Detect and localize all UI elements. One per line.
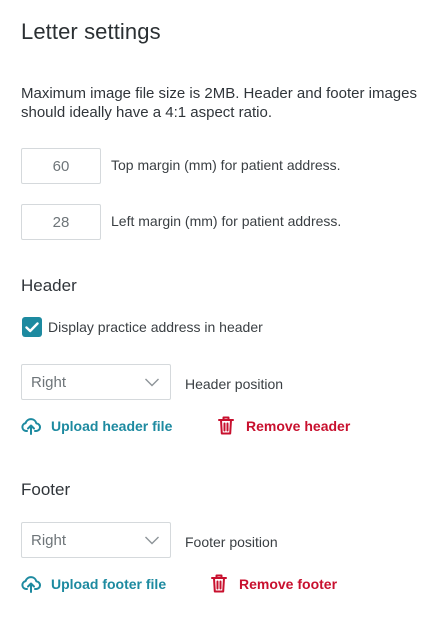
remove-footer-button[interactable]: Remove footer [211, 574, 337, 593]
chevron-down-icon [145, 378, 159, 387]
remove-footer-label: Remove footer [239, 575, 338, 592]
trash-icon [211, 574, 227, 593]
display-address-checkbox[interactable] [22, 317, 42, 337]
footer-position-value: Right [31, 531, 67, 549]
header-position-label: Header position [185, 376, 284, 392]
page-title: Letter settings [21, 19, 161, 44]
upload-header-label: Upload header file [51, 418, 173, 434]
upload-header-button[interactable]: Upload header file [21, 417, 172, 435]
header-section-heading: Header [21, 276, 77, 295]
left-margin-label: Left margin (mm) for patient address. [111, 213, 342, 229]
left-margin-input[interactable] [21, 204, 101, 240]
header-position-select[interactable]: Right [21, 364, 171, 400]
footer-section-heading: Footer [21, 480, 71, 499]
footer-position-label: Footer position [185, 534, 278, 550]
info-text: Maximum image file size is 2MB. Header a… [21, 84, 444, 122]
info-text-line-1: Maximum image file size is 2MB. Header a… [21, 85, 417, 102]
header-position-value: Right [31, 373, 67, 391]
top-margin-input[interactable] [21, 148, 101, 184]
checkmark-icon [25, 321, 39, 332]
top-margin-label: Top margin (mm) for patient address. [111, 157, 341, 173]
footer-position-select[interactable]: Right [21, 522, 171, 558]
cloud-upload-icon [21, 576, 41, 593]
upload-footer-label: Upload footer file [51, 576, 167, 592]
upload-footer-button[interactable]: Upload footer file [21, 575, 166, 593]
trash-icon [218, 416, 234, 435]
display-address-label: Display practice address in header [48, 319, 263, 335]
remove-header-label: Remove header [246, 417, 351, 434]
info-text-line-2: should ideally have a 4:1 aspect ratio. [21, 104, 272, 121]
remove-header-button[interactable]: Remove header [218, 416, 350, 435]
cloud-upload-icon [21, 418, 41, 435]
chevron-down-icon [145, 536, 159, 545]
